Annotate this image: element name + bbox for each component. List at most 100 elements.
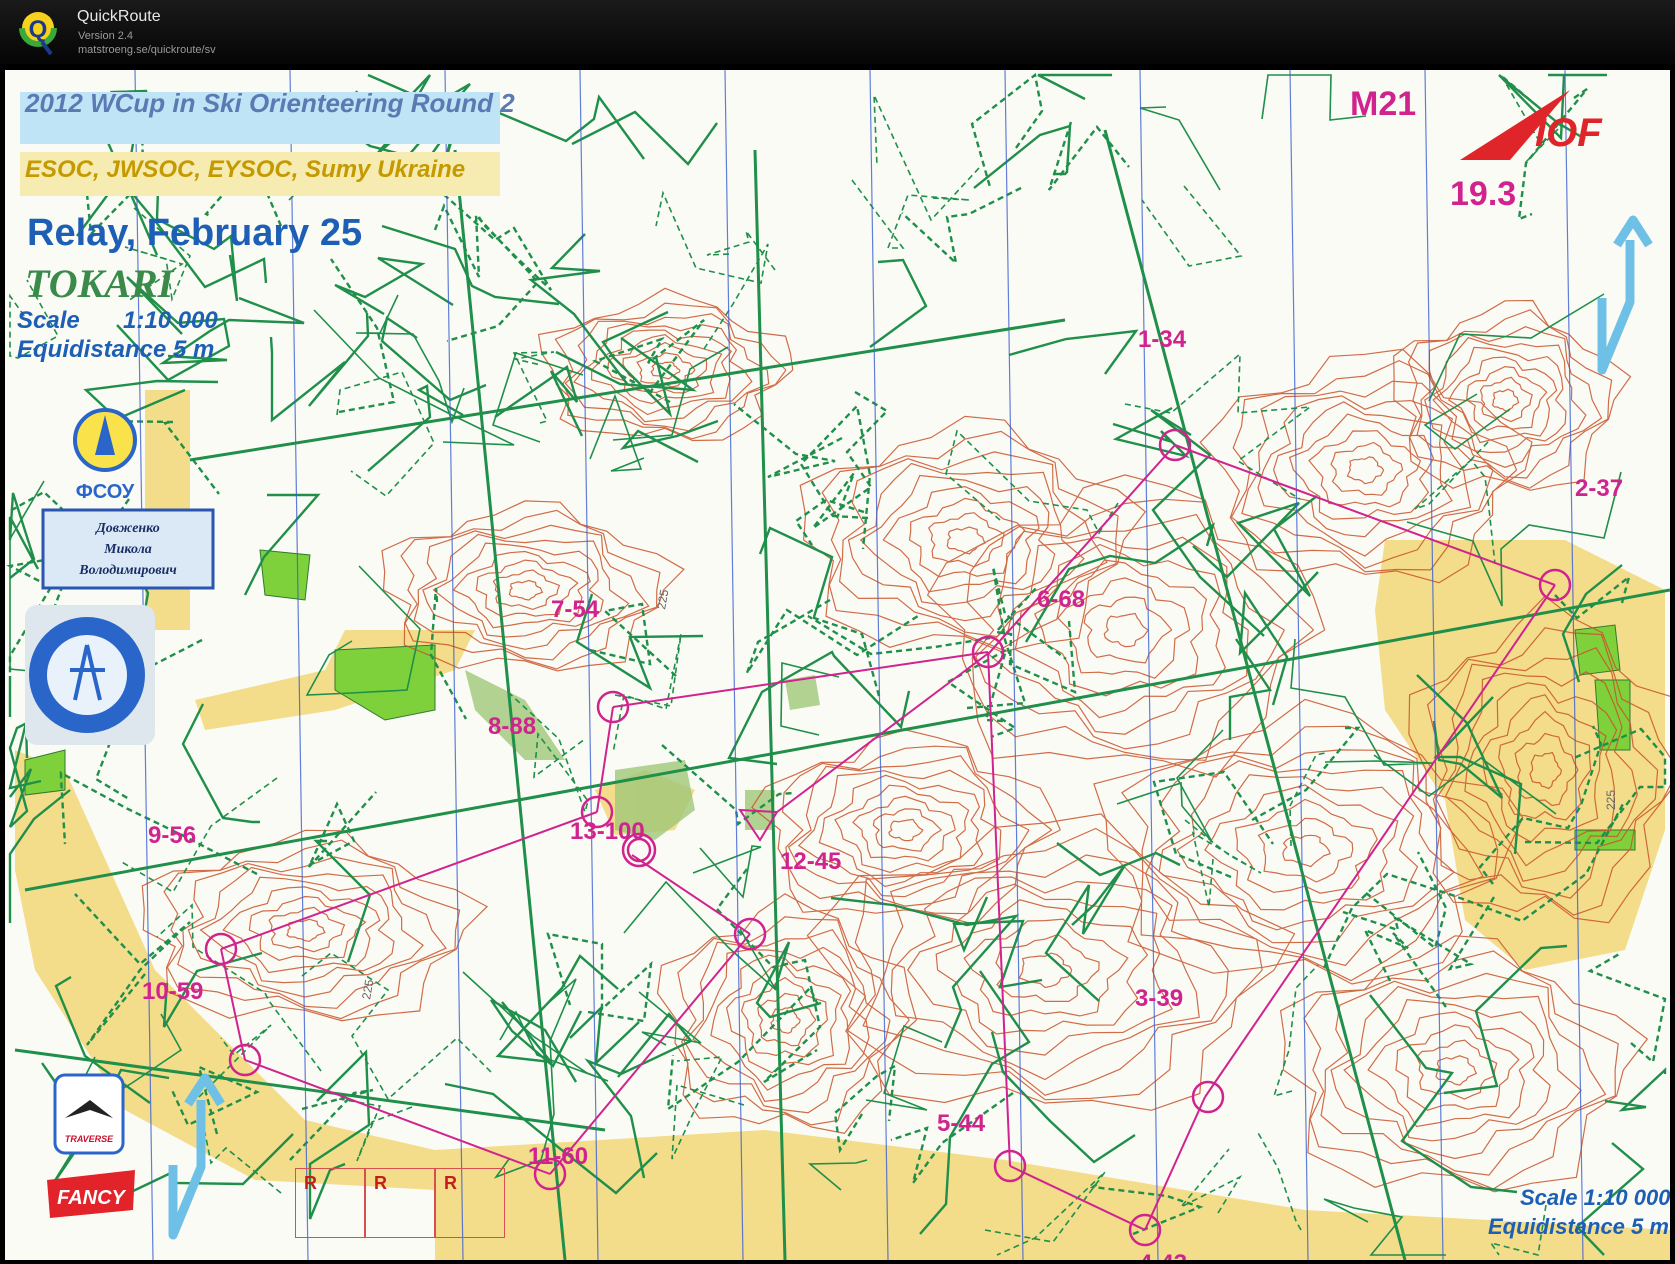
contour-line xyxy=(806,813,1296,1111)
ski-trail xyxy=(851,179,971,249)
ski-trail xyxy=(830,896,1020,1049)
svg-text:Микола: Микола xyxy=(103,542,152,557)
ski-trail xyxy=(1037,73,1112,101)
ski-trail xyxy=(1443,944,1568,1095)
svg-text:FANCY: FANCY xyxy=(57,1187,126,1209)
bottom-equidistance: Equidistance 5 m xyxy=(1488,1214,1669,1239)
ski-trail xyxy=(612,633,682,754)
contour-line xyxy=(683,928,891,1114)
ski-trail xyxy=(733,403,843,479)
contour-line xyxy=(935,899,1149,1035)
app-version: Version 2.4 xyxy=(78,30,134,42)
contour-line xyxy=(799,415,1147,653)
ski-trail xyxy=(973,124,1072,189)
contour-line xyxy=(846,827,1263,1101)
contour-line xyxy=(492,569,561,611)
contour-line xyxy=(1330,441,1404,496)
ski-trail xyxy=(1044,864,1127,1002)
contour-line xyxy=(906,883,1173,1056)
ski-trail xyxy=(945,647,1018,739)
svg-text:Довженко: Довженко xyxy=(94,521,160,536)
ski-trail xyxy=(715,868,822,1084)
ski-trail xyxy=(745,598,922,674)
area-name: TOKARI xyxy=(25,261,174,306)
control-8-label: 8-88 xyxy=(488,713,537,740)
ski-trail xyxy=(869,258,928,348)
control-13-label: 13-100 xyxy=(570,818,645,845)
ski-trail xyxy=(1008,329,1139,375)
contour-line xyxy=(537,287,794,442)
quickroute-logo-icon: Q xyxy=(19,9,57,56)
north-line xyxy=(1004,70,1024,1260)
control-2-label: 2-37 xyxy=(1575,475,1624,502)
control-12-label: 12-45 xyxy=(780,848,842,875)
contour-line xyxy=(1103,612,1149,648)
ski-trail xyxy=(1141,185,1243,267)
open-land-areas xyxy=(15,390,1670,1260)
orienteering-map[interactable]: 225 225 225 IOF ФСОУ Довженко Микола Вол… xyxy=(5,70,1670,1260)
contour-line xyxy=(757,992,817,1047)
contour-line xyxy=(872,808,942,852)
scale-value: 1:10 000 xyxy=(123,307,218,334)
control-4-label: 4-43 xyxy=(1139,1250,1187,1260)
contour-line xyxy=(1282,834,1331,868)
contour-line xyxy=(821,430,1119,650)
control-9-label: 9-56 xyxy=(148,822,197,849)
contour-line xyxy=(508,579,544,601)
equidistance-label: Equidistance 5 m xyxy=(17,336,215,363)
course-length: 19.3 xyxy=(1450,175,1517,213)
ski-trail xyxy=(490,998,583,1083)
north-line xyxy=(724,70,744,1260)
contour-line xyxy=(248,895,367,961)
ski-trail xyxy=(655,190,769,350)
scale-label: Scale xyxy=(17,307,80,334)
control-6-label: 6-68 xyxy=(1037,586,1086,613)
contour-line xyxy=(1303,950,1619,1190)
ski-trail xyxy=(569,1004,640,1067)
ski-trail xyxy=(1139,106,1221,191)
svg-text:TRAVERSE: TRAVERSE xyxy=(65,1134,114,1144)
contour-line xyxy=(1257,817,1354,883)
svg-text:Володимирович: Володимирович xyxy=(78,563,177,578)
ski-trail xyxy=(1150,408,1265,637)
svg-text:225: 225 xyxy=(359,978,376,1000)
contour-line xyxy=(1234,798,1378,894)
ski-trail xyxy=(119,777,278,894)
control-11-label: 11-60 xyxy=(528,1143,589,1170)
relay-box-3: R xyxy=(435,1168,505,1238)
contour-line xyxy=(946,526,986,555)
app-name: QuickRoute xyxy=(77,8,161,25)
ski-trail xyxy=(307,791,377,868)
ski-trail xyxy=(873,94,980,222)
contour-line xyxy=(1346,456,1385,485)
contour-line xyxy=(995,933,1100,1002)
contour-line xyxy=(987,536,1249,735)
control-3-circle[interactable] xyxy=(1191,1080,1225,1114)
ski-trail xyxy=(692,845,762,899)
fsou-logo: ФСОУ xyxy=(73,408,137,503)
ski-trail xyxy=(8,492,40,579)
svg-text:IOF: IOF xyxy=(1535,111,1603,155)
contour-line xyxy=(908,497,1026,578)
contour-line xyxy=(1479,376,1533,423)
race-title: Relay, February 25 xyxy=(27,212,363,254)
contour-line xyxy=(882,485,1040,593)
contour-line xyxy=(1308,430,1422,508)
ski-trail xyxy=(301,952,494,1101)
control-7-label: 7-54 xyxy=(551,596,600,623)
control-3-label: 3-39 xyxy=(1135,985,1184,1012)
ski-trail xyxy=(623,880,777,991)
ski-trail xyxy=(1024,522,1216,643)
ski-trail xyxy=(1428,293,1605,402)
ski-trail xyxy=(355,294,465,425)
logo-letter: Q xyxy=(29,16,48,43)
category-label: M21 xyxy=(1350,85,1417,123)
ski-trail xyxy=(269,312,370,423)
ski-trail xyxy=(1587,951,1667,1065)
contour-line xyxy=(751,729,1061,926)
ski-trail xyxy=(1289,752,1326,847)
event-title: 2012 WCup in Ski Orienteering Round 2 xyxy=(25,88,515,118)
ski-trail xyxy=(334,256,454,316)
north-line xyxy=(1139,70,1159,1260)
contour-line xyxy=(1279,935,1649,1193)
